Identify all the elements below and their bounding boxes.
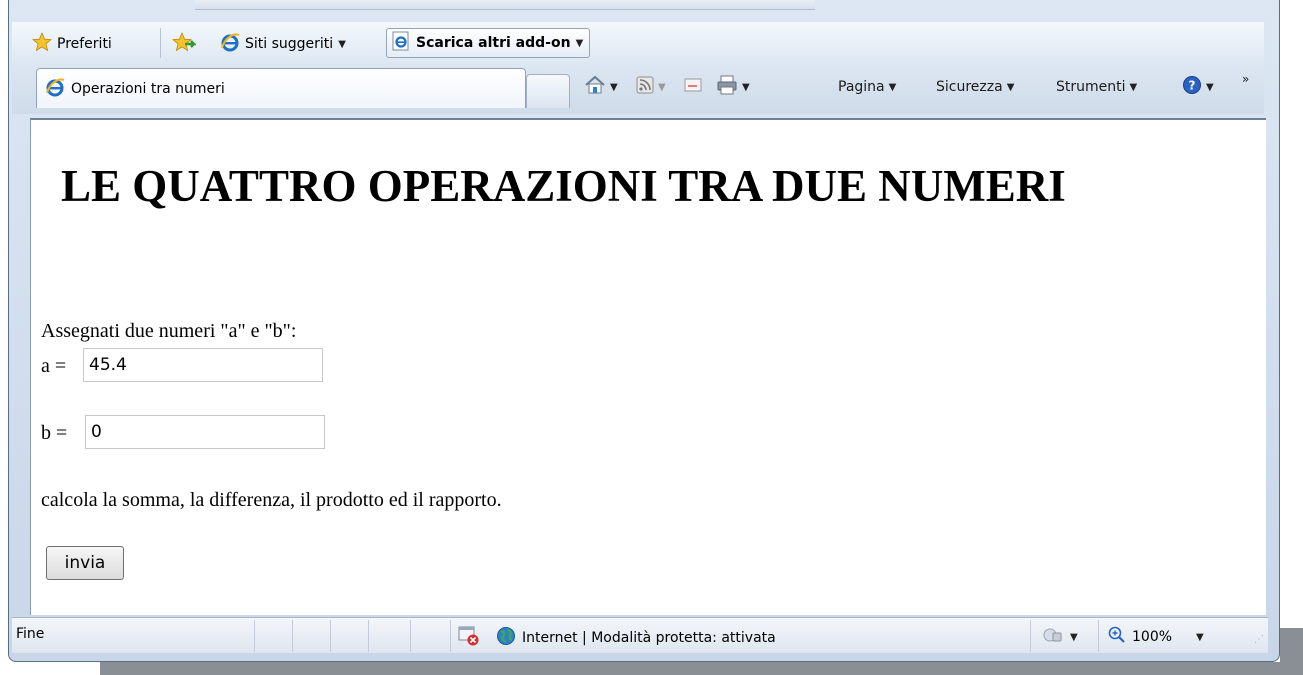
page-menu-label: Pagina <box>838 79 885 95</box>
add-favorite-button[interactable] <box>171 31 197 56</box>
page-content: LE QUATTRO OPERAZIONI TRA DUE NUMERI Ass… <box>30 118 1266 615</box>
status-bar: Fine Internet | Modalità protetta: attiv… <box>12 617 1268 653</box>
b-input[interactable] <box>85 415 325 449</box>
status-divider <box>330 620 331 652</box>
tab-and-command-bar: Operazioni tra numeri ▼ ▼ ▼ Pagina ▼ Sic… <box>12 64 1264 114</box>
tab-operazioni[interactable]: Operazioni tra numeri <box>36 68 526 108</box>
intro-text: Assegnati due numeri "a" e "b": <box>41 320 297 342</box>
home-icon <box>584 74 606 100</box>
status-divider <box>1030 620 1031 652</box>
star-icon <box>31 31 53 56</box>
chevron-down-icon: ▼ <box>1070 631 1078 643</box>
zoom-control[interactable]: 100% ▼ <box>1108 626 1204 648</box>
read-mail-button[interactable] <box>684 74 702 100</box>
get-addons-label: Scarica altri add-on <box>416 35 571 51</box>
help-menu[interactable]: ? ▼ <box>1182 74 1214 100</box>
status-divider <box>1098 620 1099 652</box>
status-divider <box>450 620 451 652</box>
ie-icon <box>220 32 240 56</box>
chevron-down-icon: ▼ <box>1006 81 1015 93</box>
a-label: a = <box>41 355 67 377</box>
mail-icon <box>684 77 702 97</box>
chevron-down-icon: ▼ <box>610 81 618 93</box>
overflow-chevron-icon[interactable]: » <box>1242 66 1249 92</box>
safety-menu-label: Sicurezza <box>936 79 1003 95</box>
chevron-down-icon: ▼ <box>1129 81 1138 93</box>
status-divider <box>254 620 255 652</box>
b-label: b = <box>41 422 68 444</box>
separator <box>160 28 161 58</box>
page-title: LE QUATTRO OPERAZIONI TRA DUE NUMERI <box>61 161 1066 211</box>
zoom-icon <box>1108 626 1126 648</box>
tab-title: Operazioni tra numeri <box>71 80 225 97</box>
security-icon <box>1042 626 1064 648</box>
globe-icon <box>496 626 516 650</box>
ie-page-icon <box>391 31 411 55</box>
get-addons-button[interactable]: Scarica altri add-on ▼ <box>386 28 591 58</box>
status-divider <box>368 620 369 652</box>
security-settings-button[interactable]: ▼ <box>1042 626 1078 648</box>
popup-blocked-indicator[interactable] <box>458 626 480 650</box>
svg-text:?: ? <box>1189 79 1196 93</box>
safety-menu[interactable]: Sicurezza ▼ <box>936 74 1014 100</box>
status-divider <box>410 620 411 652</box>
submit-button[interactable]: invia <box>46 546 124 580</box>
favorites-bar: Preferiti Siti suggeriti ▼ Scarica altri… <box>12 22 1264 64</box>
description-text: calcola la somma, la differenza, il prod… <box>41 489 502 511</box>
chevron-down-icon: ▼ <box>742 81 750 93</box>
popup-blocked-icon <box>458 626 480 650</box>
chevron-down-icon: ▼ <box>658 81 666 93</box>
suggested-sites-label: Siti suggeriti <box>245 36 334 52</box>
tools-menu-label: Strumenti <box>1056 79 1126 95</box>
background-right <box>1280 628 1303 662</box>
status-divider <box>292 620 293 652</box>
security-zone[interactable]: Internet | Modalità protetta: attivata <box>496 626 776 650</box>
ie-icon <box>45 77 65 101</box>
resize-grip-icon[interactable]: ⋰ <box>1254 634 1264 645</box>
suggested-sites-button[interactable]: Siti suggeriti ▼ <box>220 32 346 56</box>
rss-icon <box>636 76 654 98</box>
address-bar-remnant <box>195 0 815 10</box>
tools-menu[interactable]: Strumenti ▼ <box>1056 74 1137 100</box>
a-input[interactable] <box>83 348 323 382</box>
chevron-down-icon: ▼ <box>1196 631 1204 643</box>
add-favorite-icon <box>171 31 197 56</box>
chevron-down-icon: ▼ <box>888 81 897 93</box>
help-icon: ? <box>1182 75 1202 99</box>
background-shadow <box>100 662 1303 675</box>
page-menu[interactable]: Pagina ▼ <box>838 74 896 100</box>
favorites-button[interactable]: Preferiti <box>31 31 112 56</box>
chevron-down-icon: ▼ <box>575 37 584 49</box>
status-text: Fine <box>16 626 45 642</box>
new-tab-button[interactable] <box>526 74 570 108</box>
favorites-label: Preferiti <box>57 36 112 52</box>
chevron-down-icon: ▼ <box>1206 81 1214 93</box>
chevron-down-icon: ▼ <box>338 38 346 50</box>
zone-text: Internet | Modalità protetta: attivata <box>522 630 776 646</box>
feeds-button[interactable]: ▼ <box>636 74 666 100</box>
print-icon <box>716 75 738 99</box>
zoom-level: 100% <box>1132 629 1173 645</box>
home-button[interactable]: ▼ <box>584 74 618 100</box>
print-button[interactable]: ▼ <box>716 74 750 100</box>
